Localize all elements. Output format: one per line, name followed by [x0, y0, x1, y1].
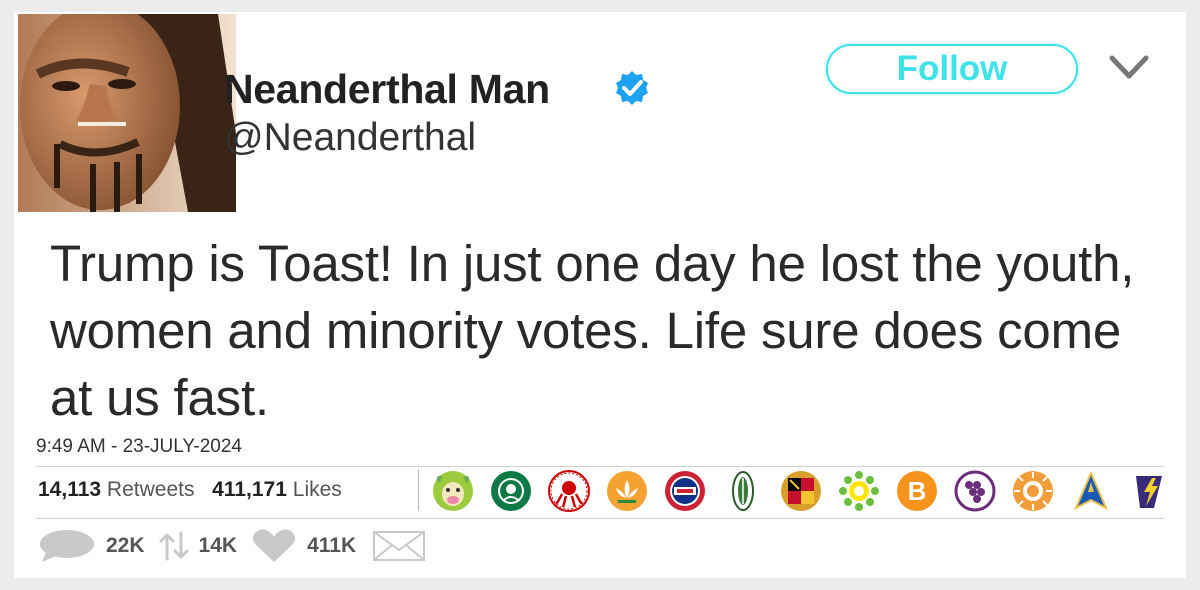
liker-avatar[interactable]: B — [896, 470, 938, 512]
liker-avatar[interactable] — [954, 470, 996, 512]
retweet-count: 14K — [198, 534, 238, 557]
stats-separator — [418, 469, 419, 511]
cow-icon — [433, 471, 473, 511]
retweets-label[interactable]: Retweets — [107, 478, 195, 501]
divider — [36, 466, 1164, 467]
user-handle[interactable]: @Neanderthal — [224, 116, 476, 160]
envelope-icon — [373, 531, 426, 561]
reply-count: 22K — [106, 534, 145, 557]
liker-avatar[interactable] — [1070, 470, 1112, 512]
liker-avatar[interactable] — [548, 470, 590, 512]
cubs-icon — [665, 471, 705, 511]
reply-icon — [40, 530, 94, 562]
grapes-icon — [954, 470, 996, 512]
maryland-flag-icon — [781, 471, 821, 511]
display-name[interactable]: Neanderthal Man — [224, 66, 550, 113]
bp-sunflower-icon — [839, 471, 879, 511]
lotus-icon — [607, 471, 647, 511]
divider — [36, 518, 1164, 519]
tweet-card: Neanderthal Man @Neanderthal Follow Trum… — [14, 12, 1186, 578]
likes-label[interactable]: Likes — [293, 478, 342, 501]
tweet-actions: 22K 14K 411K — [38, 526, 452, 566]
likes-count[interactable]: 411,171 — [212, 478, 287, 501]
chevron-down-icon[interactable] — [1106, 52, 1152, 82]
liker-avatar[interactable] — [664, 470, 706, 512]
liker-avatar[interactable] — [1128, 470, 1170, 512]
retweet-icon — [159, 531, 189, 561]
liker-avatar[interactable] — [722, 470, 764, 512]
tweet-timestamp[interactable]: 9:49 AM - 23-JULY-2024 — [36, 436, 242, 458]
like-count: 411K — [307, 534, 357, 557]
liker-avatar[interactable] — [1012, 470, 1054, 512]
liker-avatar[interactable] — [838, 470, 880, 512]
liker-avatars: B — [432, 468, 1186, 514]
liker-avatar[interactable] — [780, 470, 822, 512]
avatar-image — [18, 14, 236, 212]
like-action[interactable]: 411K — [251, 528, 356, 564]
avatar[interactable] — [18, 14, 236, 212]
hydra-icon — [548, 470, 590, 512]
tweet-text: Trump is Toast! In just one day he lost … — [50, 235, 1135, 426]
engagement-stats: 14,113 Retweets 411,171 Likes — [38, 478, 342, 502]
heart-icon — [253, 529, 296, 562]
reply-action[interactable]: 22K — [38, 528, 145, 564]
starbucks-icon — [491, 471, 531, 511]
lightning-flag-icon — [1136, 476, 1162, 508]
bitcoin-icon: B — [897, 471, 937, 511]
sun-icon — [1013, 471, 1053, 511]
retweets-count[interactable]: 14,113 — [38, 478, 101, 501]
liker-avatar[interactable] — [490, 470, 532, 512]
retweet-action[interactable]: 14K — [159, 527, 238, 565]
dm-action[interactable] — [370, 528, 438, 564]
starfleet-icon — [1073, 470, 1109, 511]
verified-badge-icon — [616, 71, 648, 105]
bitcoin-letter: B — [908, 476, 927, 506]
liker-avatar[interactable] — [606, 470, 648, 512]
liker-avatar[interactable] — [432, 470, 474, 512]
follow-button[interactable]: Follow — [826, 44, 1078, 94]
seed-icon — [732, 471, 754, 511]
